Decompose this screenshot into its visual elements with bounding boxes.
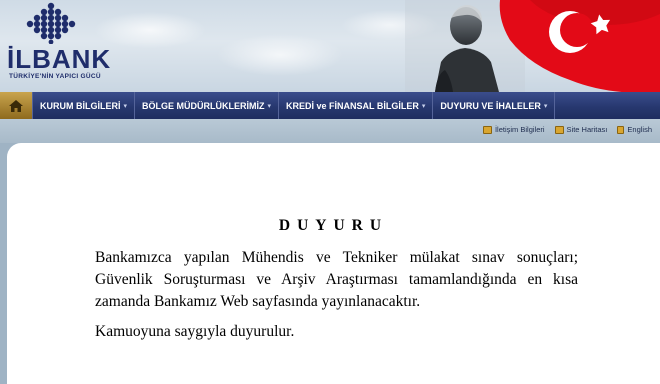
utility-bar: İletişim Bilgileri Site Haritası English (0, 119, 660, 143)
announcement-closing: Kamuoyuna saygıyla duyurulur. (95, 323, 295, 340)
sky-background (90, 0, 450, 92)
main-navigation: KURUM BİLGİLERİ ▾ BÖLGE MÜDÜRLÜKLERİMİZ ▾ … (0, 92, 660, 119)
envelope-icon (482, 125, 492, 134)
ilbank-logo-icon[interactable] (24, 2, 78, 44)
logo-tagline: TÜRKİYE'NİN YAPICI GÜCÜ (9, 73, 101, 80)
sitemap-link[interactable]: Site Haritası (554, 125, 608, 134)
header-banner: İLBANK TÜRKİYE'NİN YAPICI GÜCÜ (0, 0, 660, 92)
nav-item-kredi-finansal[interactable]: KREDİ ve FİNANSAL BİLGİLER ▾ (279, 92, 434, 119)
nav-item-duyuru-ihaleler[interactable]: DUYURU VE İHALELER ▾ (433, 92, 556, 119)
nav-item-label: KREDİ ve FİNANSAL BİLGİLER (286, 100, 419, 111)
chevron-down-icon: ▾ (123, 102, 128, 110)
logo-text[interactable]: İLBANK (7, 44, 111, 75)
english-link[interactable]: English (617, 125, 652, 134)
turkish-flag-image (499, 0, 660, 92)
globe-icon (617, 125, 625, 134)
nav-item-label: BÖLGE MÜDÜRLÜKLERİMİZ (142, 100, 265, 111)
home-icon (9, 99, 23, 112)
sitemap-icon (554, 125, 564, 134)
nav-item-label: KURUM BİLGİLERİ (40, 100, 121, 111)
nav-item-label: DUYURU VE İHALELER (440, 100, 541, 111)
nav-item-kurum-bilgileri[interactable]: KURUM BİLGİLERİ ▾ (33, 92, 136, 119)
chevron-down-icon: ▾ (543, 102, 548, 110)
chevron-down-icon: ▾ (421, 102, 426, 110)
announcement-title: DUYURU (278, 217, 389, 234)
contact-link[interactable]: İletişim Bilgileri (482, 125, 545, 134)
contact-link-label: İletişim Bilgileri (494, 125, 545, 134)
chevron-down-icon: ▾ (267, 102, 272, 110)
nav-item-bolge-mudurlukleri[interactable]: BÖLGE MÜDÜRLÜKLERİMİZ ▾ (135, 92, 280, 119)
sitemap-link-label: Site Haritası (566, 125, 608, 134)
announcement-body: Bankamızca yapılan Mühendis ve Tekniker … (95, 249, 578, 310)
home-button[interactable] (0, 92, 33, 119)
content-panel: DUYURU Bankamızca yapılan Mühendis ve Te… (7, 143, 660, 384)
english-link-label: English (627, 125, 652, 134)
